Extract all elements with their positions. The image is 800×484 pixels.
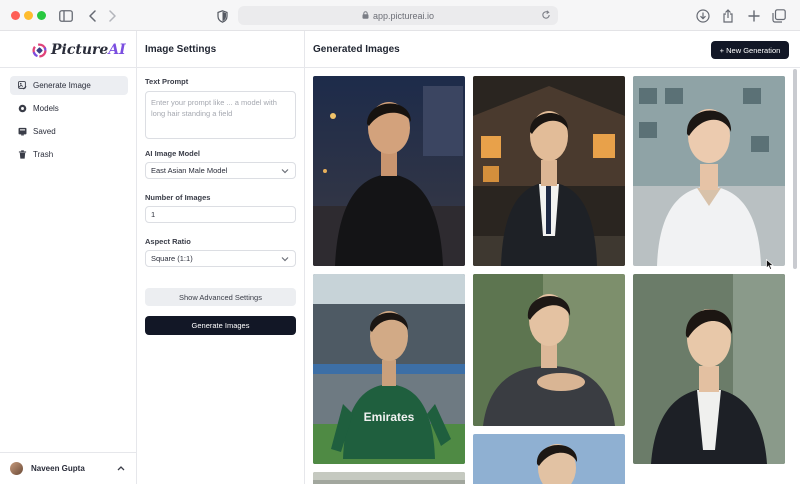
back-icon[interactable]	[85, 8, 101, 24]
minimize-window-button[interactable]	[24, 11, 33, 20]
shield-icon[interactable]	[214, 8, 230, 24]
sidebar-item-label: Generate Image	[33, 81, 91, 90]
show-advanced-settings-button[interactable]: Show Advanced Settings	[145, 288, 296, 306]
sidebar-nav: Generate Image Models Saved Trash	[10, 76, 128, 168]
model-select-value: East Asian Male Model	[151, 166, 228, 175]
prompt-textarea[interactable]: Enter your prompt like ... a model with …	[145, 91, 296, 139]
generated-image[interactable]: Emirates	[313, 274, 465, 464]
address-bar[interactable]: app.pictureai.io	[238, 6, 558, 25]
sidebar: PictureAI Generate Image Models Saved Tr…	[0, 31, 137, 484]
new-generation-button[interactable]: + New Generation	[711, 41, 789, 59]
sidebar-toggle-icon[interactable]	[58, 8, 74, 24]
tabs-overview-icon[interactable]	[771, 8, 787, 24]
user-name: Naveen Gupta	[31, 464, 85, 473]
sidebar-item-models[interactable]: Models	[10, 99, 128, 118]
sidebar-item-saved[interactable]: Saved	[10, 122, 128, 141]
prompt-label: Text Prompt	[145, 77, 189, 86]
sidebar-item-label: Models	[33, 104, 59, 113]
generated-image[interactable]	[473, 76, 625, 266]
brand-name-prefix: Picture	[51, 42, 109, 58]
portrait-hand-on-chin-image	[473, 274, 625, 426]
close-window-button[interactable]	[11, 11, 20, 20]
sidebar-item-label: Trash	[33, 150, 54, 159]
model-select[interactable]: East Asian Male Model	[145, 162, 296, 179]
user-menu[interactable]: Naveen Gupta	[0, 452, 136, 484]
portrait-white-shirt-building-image	[633, 76, 785, 266]
image-settings-panel: Image Settings Text Prompt Enter your pr…	[137, 31, 305, 484]
chevron-up-icon	[117, 466, 125, 471]
divider	[305, 67, 800, 68]
gallery-title: Generated Images	[313, 44, 400, 55]
panel-title: Image Settings	[145, 44, 217, 55]
url-text: app.pictureai.io	[372, 10, 435, 21]
model-label: AI Image Model	[145, 149, 201, 158]
logo-mark-icon	[32, 42, 47, 58]
generated-image[interactable]	[633, 76, 785, 266]
chevron-down-icon	[281, 257, 289, 262]
portrait-sky-image	[473, 434, 625, 484]
aspect-ratio-select[interactable]: Square (1:1)	[145, 250, 296, 267]
brand-logo[interactable]: PictureAI	[32, 42, 126, 58]
generated-image[interactable]	[313, 76, 465, 266]
trash-icon	[18, 150, 27, 159]
zoom-window-button[interactable]	[37, 11, 46, 20]
gallery-scrollbar[interactable]	[793, 67, 797, 484]
avatar	[10, 462, 23, 475]
aspect-ratio-value: Square (1:1)	[151, 254, 193, 263]
image-edit-icon	[18, 81, 27, 90]
lock-icon	[362, 10, 369, 21]
generated-image[interactable]	[313, 472, 465, 484]
brand-name: PictureAI	[51, 42, 126, 58]
download-icon[interactable]	[695, 8, 711, 24]
portrait-suit-night-house-image	[473, 76, 625, 266]
generated-image[interactable]	[473, 434, 625, 484]
share-icon[interactable]	[720, 8, 736, 24]
image-count-value: 1	[151, 210, 156, 219]
portrait-football-jersey-stadium-image: Emirates	[313, 274, 465, 464]
image-count-input[interactable]: 1	[145, 206, 296, 223]
mouse-cursor-icon	[766, 259, 774, 270]
divider	[0, 67, 136, 68]
reload-icon[interactable]	[541, 10, 551, 22]
divider	[137, 67, 304, 68]
generated-image[interactable]	[473, 274, 625, 426]
count-label: Number of Images	[145, 193, 211, 202]
portrait-night-plaza-image	[313, 76, 465, 266]
generated-image[interactable]	[633, 274, 785, 464]
models-icon	[18, 104, 27, 113]
generate-images-button[interactable]: Generate Images	[145, 316, 296, 335]
saved-icon	[18, 127, 27, 136]
forward-icon[interactable]	[104, 8, 120, 24]
jersey-sponsor-text: Emirates	[364, 410, 415, 424]
sidebar-item-label: Saved	[33, 127, 56, 136]
chevron-down-icon	[281, 169, 289, 174]
brand-name-suffix: AI	[108, 42, 126, 58]
sidebar-item-trash[interactable]: Trash	[10, 145, 128, 164]
new-tab-icon[interactable]	[746, 8, 762, 24]
browser-toolbar: app.pictureai.io	[0, 0, 800, 31]
partial-image	[313, 472, 465, 484]
scrollbar-thumb[interactable]	[793, 69, 797, 269]
generated-images-panel: Generated Images + New Generation Emirat…	[305, 31, 800, 484]
aspect-ratio-label: Aspect Ratio	[145, 237, 191, 246]
app-window: PictureAI Generate Image Models Saved Tr…	[0, 31, 800, 484]
sidebar-item-generate-image[interactable]: Generate Image	[10, 76, 128, 95]
portrait-blazer-park-image	[633, 274, 785, 464]
